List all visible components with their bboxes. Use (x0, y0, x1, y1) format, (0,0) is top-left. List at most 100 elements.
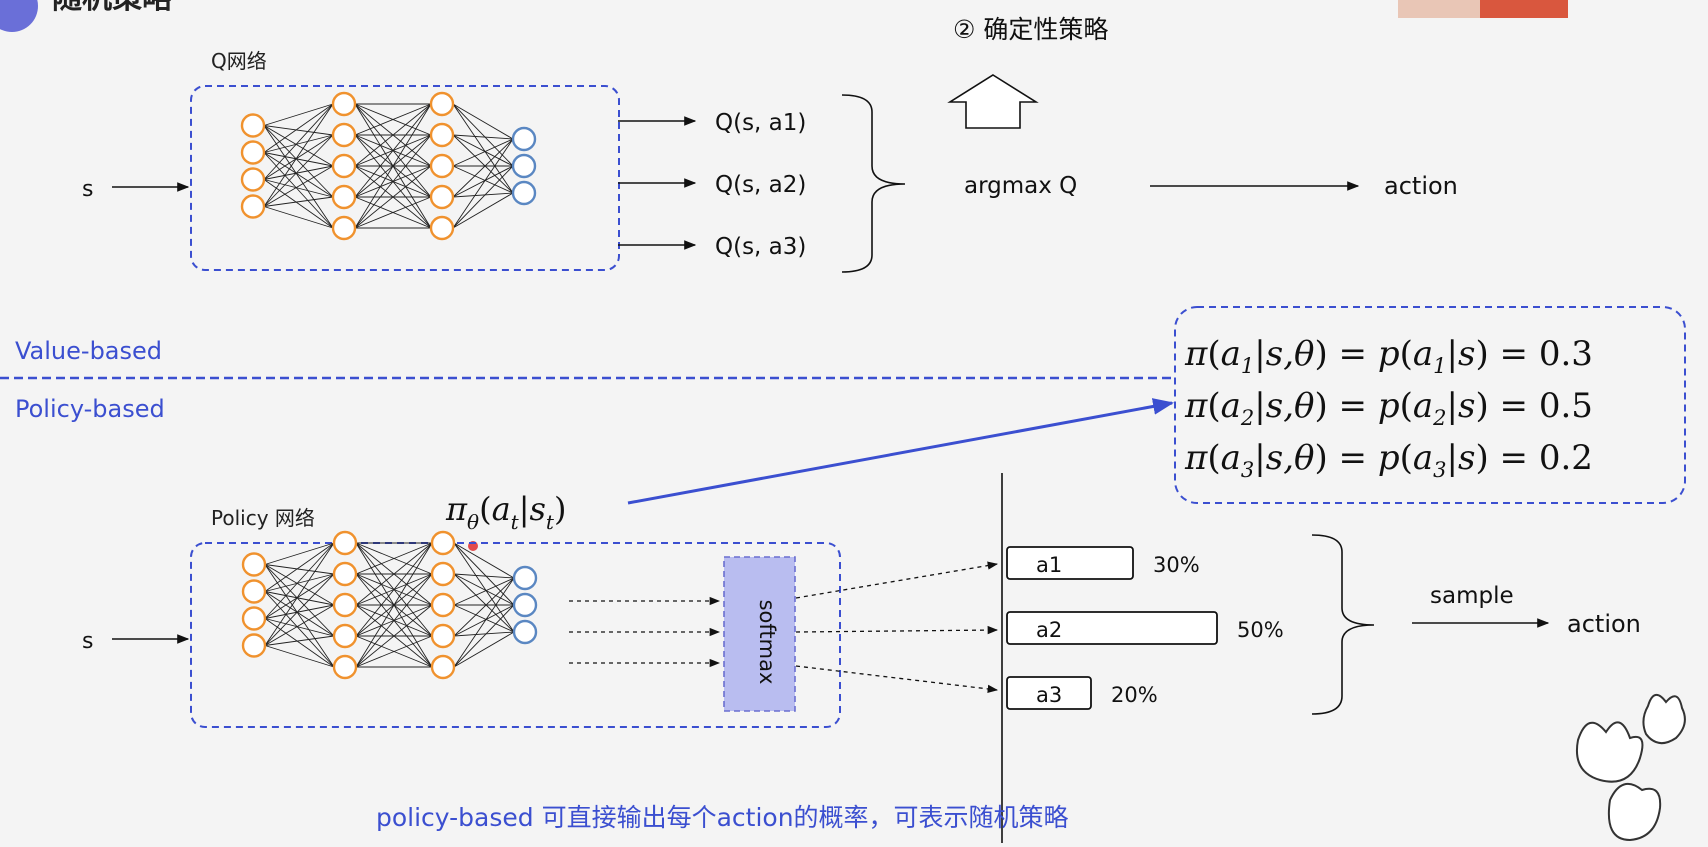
hidden-neuron (240, 167, 266, 192)
hidden-neuron (429, 153, 455, 179)
softmax-label: softmax (755, 600, 779, 685)
hidden-neuron (241, 633, 267, 658)
formula-pointer-arrow (627, 398, 1175, 505)
probability-lines: π(a1|s,θ) = p(a1|s) = 0.3π(a2|s,θ) = p(a… (1184, 334, 1593, 482)
policy-input-label: s (82, 629, 93, 654)
hidden-neuron (430, 623, 456, 649)
net-connection (263, 134, 334, 153)
hidden-neuron (241, 606, 267, 631)
q-network-graph (240, 91, 537, 241)
title-badge-icon (0, 0, 38, 32)
hidden-neuron (430, 592, 456, 618)
hidden-neuron (332, 654, 358, 680)
hidden-neuron (331, 215, 357, 241)
probability-bars: a1 30% a2 50% a3 20% (1006, 546, 1284, 710)
hidden-neuron (429, 91, 455, 117)
svg-text:πθ(at|st): πθ(at|st) (445, 490, 566, 534)
hidden-neuron (331, 153, 357, 179)
slide: 随机策略 Q网络 s Q(s, a1) Q(s, a2) Q(s, a3) ar… (0, 0, 1708, 843)
hidden-neuron (429, 122, 455, 148)
net-connection (263, 179, 334, 198)
output-neuron (512, 592, 538, 618)
policy-network-graph (241, 530, 538, 680)
output-neuron (512, 565, 538, 591)
deterministic-label: ② 确定性策略 (953, 15, 1108, 44)
hidden-neuron (332, 561, 358, 587)
hidden-neuron (240, 194, 266, 219)
net-connection (453, 542, 515, 606)
q-brace (841, 94, 906, 273)
net-connection (264, 635, 335, 646)
net-connection (452, 192, 514, 229)
policy-network-title: Policy 网络 (211, 506, 315, 530)
policy-based-label: Policy-based (15, 395, 165, 423)
value-action-label: action (1384, 172, 1458, 200)
net-connection (263, 125, 334, 229)
hand-doodle-icon (1576, 694, 1686, 842)
q-output-3: Q(s, a3) (715, 234, 806, 260)
net-connection (452, 165, 514, 229)
net-connection (263, 103, 334, 207)
probability-bar-a1 (1006, 546, 1134, 580)
net-connection (453, 604, 515, 668)
up-arrow-icon (947, 74, 1039, 129)
hidden-neuron (331, 91, 357, 117)
output-neuron (512, 619, 538, 645)
bar-percent-a1: 30% (1153, 553, 1200, 577)
net-connection (452, 103, 514, 167)
policy-brace (1311, 534, 1375, 715)
bar-percent-a3: 20% (1111, 683, 1158, 707)
sample-label: sample (1430, 583, 1514, 609)
hidden-neuron (332, 592, 358, 618)
net-connection (264, 618, 335, 637)
net-connection (264, 573, 335, 592)
hidden-neuron (430, 654, 456, 680)
policy-action-label: action (1567, 610, 1641, 638)
net-connection (263, 125, 334, 136)
net-connection (453, 604, 515, 637)
hidden-neuron (429, 184, 455, 210)
q-network-title: Q网络 (211, 49, 267, 73)
output-neuron (511, 153, 537, 179)
slide-title: 随机策略 (52, 0, 173, 16)
net-connection (453, 631, 515, 668)
hidden-neuron (332, 530, 358, 556)
softmax-output-arrow-1 (795, 561, 999, 599)
value-based-label: Value-based (15, 337, 162, 365)
net-connection (264, 564, 335, 668)
hidden-neuron (331, 122, 357, 148)
net-connection (263, 196, 334, 207)
webcam-thumbnail (1398, 0, 1568, 18)
q-input-label: s (82, 177, 93, 202)
hidden-neuron (430, 530, 456, 556)
net-connection (452, 103, 514, 140)
q-output-2: Q(s, a2) (715, 172, 806, 198)
net-connection (453, 542, 515, 579)
net-connection (453, 573, 515, 606)
hidden-neuron (240, 140, 266, 165)
q-output-1: Q(s, a1) (715, 110, 806, 136)
output-neuron (511, 126, 537, 152)
hidden-neuron (241, 552, 267, 577)
net-connection (264, 542, 335, 646)
net-connection (452, 165, 514, 198)
caption: policy-based 可直接输出每个action的概率，可表示随机策略 (376, 803, 1069, 832)
bar-label-a2: a2 (1036, 618, 1062, 642)
net-connection (452, 134, 514, 167)
hidden-neuron (429, 215, 455, 241)
hidden-neuron (331, 184, 357, 210)
bar-label-a3: a3 (1036, 683, 1062, 707)
softmax-output-arrow-2 (795, 625, 999, 635)
policy-formula: πθ(at|st) (445, 490, 566, 534)
hidden-neuron (240, 113, 266, 138)
hidden-neuron (430, 561, 456, 587)
hidden-neuron (241, 579, 267, 604)
softmax-output-arrow-3 (795, 665, 999, 694)
argmax-label: argmax Q (964, 173, 1077, 199)
bar-percent-a2: 50% (1237, 618, 1284, 642)
output-neuron (511, 180, 537, 206)
hidden-neuron (332, 623, 358, 649)
net-connection (264, 564, 335, 575)
bar-label-a1: a1 (1036, 553, 1062, 577)
diagram-canvas: 随机策略 Q网络 s Q(s, a1) Q(s, a2) Q(s, a3) ar… (0, 0, 1686, 843)
